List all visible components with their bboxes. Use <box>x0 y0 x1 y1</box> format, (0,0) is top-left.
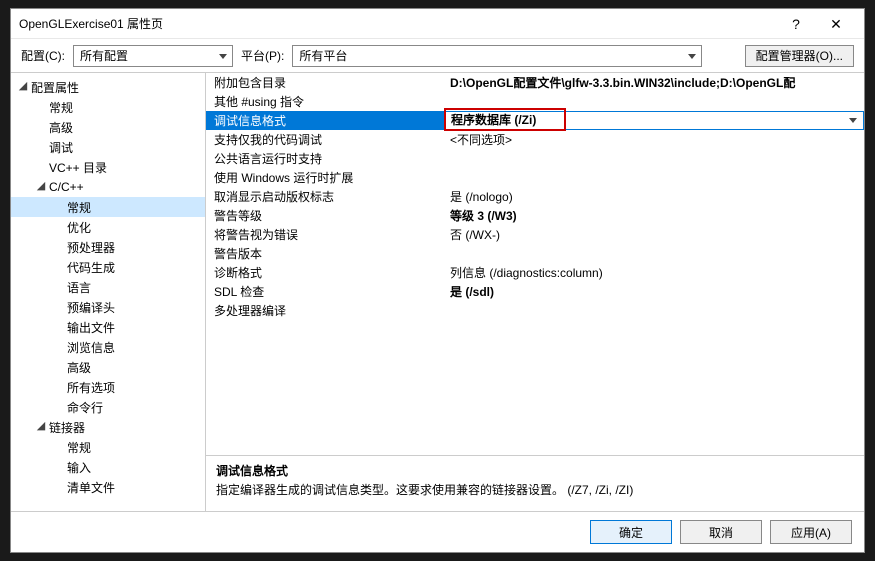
help-button[interactable]: ? <box>776 10 816 38</box>
property-name: 调试信息格式 <box>206 112 444 129</box>
tree-linker-input[interactable]: 输入 <box>11 457 205 477</box>
collapse-icon: ◢ <box>35 421 47 433</box>
description-title: 调试信息格式 <box>216 462 854 479</box>
tree-linker-manifest[interactable]: 清单文件 <box>11 477 205 497</box>
property-value[interactable]: 是 (/nologo) <box>444 188 864 205</box>
platform-label: 平台(P): <box>241 47 284 64</box>
tree-cpp-browse[interactable]: 浏览信息 <box>11 337 205 357</box>
collapse-icon: ◢ <box>35 181 47 193</box>
property-value[interactable]: <不同选项> <box>444 131 864 148</box>
apply-button[interactable]: 应用(A) <box>770 520 852 544</box>
property-name: 其他 #using 指令 <box>206 93 444 110</box>
property-row[interactable]: 诊断格式列信息 (/diagnostics:column) <box>206 263 864 282</box>
footer: 确定 取消 应用(A) <box>11 512 864 552</box>
ok-button[interactable]: 确定 <box>590 520 672 544</box>
property-name: 多处理器编译 <box>206 302 444 319</box>
property-row[interactable]: 公共语言运行时支持 <box>206 149 864 168</box>
tree-cpp-advanced[interactable]: 高级 <box>11 357 205 377</box>
property-grid[interactable]: 附加包含目录D:\OpenGL配置文件\glfw-3.3.bin.WIN32\i… <box>206 73 864 455</box>
property-value[interactable]: 是 (/sdl) <box>444 283 864 300</box>
property-name: SDL 检查 <box>206 283 444 300</box>
close-button[interactable]: ✕ <box>816 10 856 38</box>
platform-combo[interactable]: 所有平台 <box>292 45 702 67</box>
property-name: 取消显示启动版权标志 <box>206 188 444 205</box>
property-name: 公共语言运行时支持 <box>206 150 444 167</box>
property-name: 警告版本 <box>206 245 444 262</box>
content-area: ◢配置属性 常规 高级 调试 VC++ 目录 ◢C/C++ 常规 优化 预处理器… <box>11 73 864 512</box>
tree-pane[interactable]: ◢配置属性 常规 高级 调试 VC++ 目录 ◢C/C++ 常规 优化 预处理器… <box>11 73 206 511</box>
tree-debug[interactable]: 调试 <box>11 137 205 157</box>
property-value[interactable]: 程序数据库 (/Zi) <box>444 111 864 130</box>
property-value[interactable]: 等级 3 (/W3) <box>444 207 864 224</box>
tree-config-properties[interactable]: ◢配置属性 <box>11 77 205 97</box>
property-row[interactable]: 使用 Windows 运行时扩展 <box>206 168 864 187</box>
property-row[interactable]: 警告版本 <box>206 244 864 263</box>
property-row[interactable]: 取消显示启动版权标志是 (/nologo) <box>206 187 864 206</box>
tree-cpp-general[interactable]: 常规 <box>11 197 205 217</box>
property-page-dialog: OpenGLExercise01 属性页 ? ✕ 配置(C): 所有配置 平台(… <box>10 8 865 553</box>
property-row[interactable]: 将警告视为错误否 (/WX-) <box>206 225 864 244</box>
property-name: 将警告视为错误 <box>206 226 444 243</box>
property-name: 诊断格式 <box>206 264 444 281</box>
tree-linker-general[interactable]: 常规 <box>11 437 205 457</box>
right-pane: 附加包含目录D:\OpenGL配置文件\glfw-3.3.bin.WIN32\i… <box>206 73 864 511</box>
description-pane: 调试信息格式 指定编译器生成的调试信息类型。这要求使用兼容的链接器设置。 (/Z… <box>206 455 864 511</box>
property-row[interactable]: 其他 #using 指令 <box>206 92 864 111</box>
property-row[interactable]: 警告等级等级 3 (/W3) <box>206 206 864 225</box>
cancel-button[interactable]: 取消 <box>680 520 762 544</box>
platform-value: 所有平台 <box>299 49 347 63</box>
tree-general[interactable]: 常规 <box>11 97 205 117</box>
tree-cpp-pch[interactable]: 预编译头 <box>11 297 205 317</box>
window-title: OpenGLExercise01 属性页 <box>19 15 776 32</box>
tree-cpp-preprocessor[interactable]: 预处理器 <box>11 237 205 257</box>
tree-vcpp-dirs[interactable]: VC++ 目录 <box>11 157 205 177</box>
tree-cpp[interactable]: ◢C/C++ <box>11 177 205 197</box>
property-row[interactable]: 支持仅我的代码调试<不同选项> <box>206 130 864 149</box>
config-combo[interactable]: 所有配置 <box>73 45 233 67</box>
tree-cpp-optimize[interactable]: 优化 <box>11 217 205 237</box>
property-row[interactable]: 附加包含目录D:\OpenGL配置文件\glfw-3.3.bin.WIN32\i… <box>206 73 864 92</box>
property-value[interactable]: 否 (/WX-) <box>444 226 864 243</box>
property-value[interactable]: D:\OpenGL配置文件\glfw-3.3.bin.WIN32\include… <box>444 74 864 91</box>
tree-advanced[interactable]: 高级 <box>11 117 205 137</box>
titlebar: OpenGLExercise01 属性页 ? ✕ <box>11 9 864 39</box>
tree-cpp-codegen[interactable]: 代码生成 <box>11 257 205 277</box>
property-name: 支持仅我的代码调试 <box>206 131 444 148</box>
config-label: 配置(C): <box>21 47 65 64</box>
config-manager-button[interactable]: 配置管理器(O)... <box>745 45 854 67</box>
tree-linker[interactable]: ◢链接器 <box>11 417 205 437</box>
property-name: 使用 Windows 运行时扩展 <box>206 169 444 186</box>
property-row[interactable]: SDL 检查是 (/sdl) <box>206 282 864 301</box>
description-text: 指定编译器生成的调试信息类型。这要求使用兼容的链接器设置。 (/Z7, /Zi,… <box>216 481 854 498</box>
tree-cpp-output[interactable]: 输出文件 <box>11 317 205 337</box>
property-name: 警告等级 <box>206 207 444 224</box>
collapse-icon: ◢ <box>17 81 29 93</box>
tree-cpp-cmdline[interactable]: 命令行 <box>11 397 205 417</box>
property-name: 附加包含目录 <box>206 74 444 91</box>
property-row[interactable]: 调试信息格式程序数据库 (/Zi) <box>206 111 864 130</box>
config-value: 所有配置 <box>80 49 128 63</box>
tree-cpp-alloptions[interactable]: 所有选项 <box>11 377 205 397</box>
property-row[interactable]: 多处理器编译 <box>206 301 864 320</box>
tree-cpp-language[interactable]: 语言 <box>11 277 205 297</box>
toolbar: 配置(C): 所有配置 平台(P): 所有平台 配置管理器(O)... <box>11 39 864 73</box>
property-value[interactable]: 列信息 (/diagnostics:column) <box>444 264 864 281</box>
